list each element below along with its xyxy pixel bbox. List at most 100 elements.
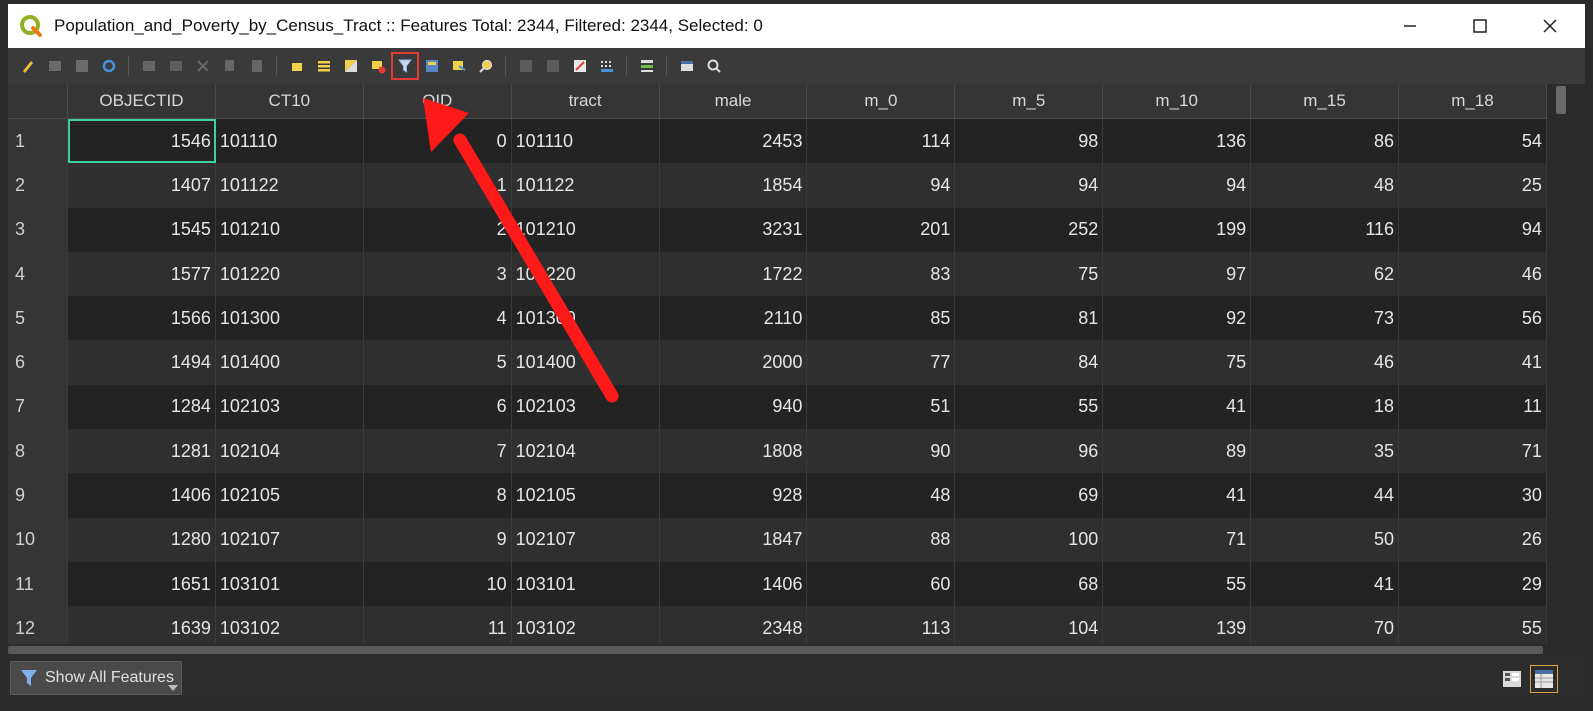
table-cell[interactable]: 1566 [68,296,216,341]
table-cell[interactable]: 102104 [512,429,660,474]
table-cell[interactable]: 103101 [216,561,364,607]
table-cell[interactable]: 102105 [216,473,364,518]
table-cell[interactable]: 55 [955,384,1104,430]
table-cell[interactable]: 1577 [68,251,216,297]
table-cell[interactable]: 2348 [660,606,808,644]
table-cell[interactable]: 101300 [512,296,660,341]
table-cell[interactable]: 1494 [68,340,216,385]
zoom-to-selection-icon[interactable] [475,55,497,77]
table-cell[interactable]: 2110 [660,296,808,341]
table-cell[interactable]: 2000 [660,340,808,385]
table-row[interactable]: 6 1494 101400 5 101400 2000 77 84 75 46 41 [8,340,1547,385]
table-cell[interactable]: 101210 [216,207,364,252]
corner-header[interactable] [8,84,68,118]
table-cell[interactable]: 1639 [68,606,216,644]
table-cell[interactable]: 7 [364,429,512,474]
table-cell[interactable]: 1546 [68,119,216,164]
table-cell[interactable]: 8 [364,473,512,518]
table-cell[interactable]: 94 [807,163,956,208]
table-cell[interactable]: 94 [1103,163,1252,208]
maximize-icon[interactable] [1445,4,1515,48]
table-cell[interactable]: 2453 [660,119,808,164]
column-header[interactable]: m_5 [955,84,1104,118]
table-cell[interactable]: 102107 [512,517,660,562]
table-cell[interactable]: 54 [1399,119,1547,164]
column-header[interactable]: m_10 [1103,84,1252,118]
table-cell[interactable]: 69 [955,473,1104,518]
table-cell[interactable]: 10 [364,561,512,607]
row-header[interactable]: 6 [8,340,68,385]
table-cell[interactable]: 26 [1399,517,1547,562]
table-cell[interactable]: 46 [1251,340,1400,385]
table-cell[interactable]: 3231 [660,207,808,252]
close-icon[interactable] [1515,4,1585,48]
table-cell[interactable]: 139 [1103,606,1252,644]
pan-to-selection-icon[interactable] [448,55,470,77]
column-header[interactable]: OID [364,84,512,118]
table-cell[interactable]: 86 [1251,119,1400,164]
table-cell[interactable]: 11 [364,606,512,644]
table-cell[interactable]: 201 [807,207,956,252]
table-cell[interactable]: 101220 [512,251,660,297]
table-cell[interactable]: 940 [660,384,808,430]
table-cell[interactable]: 46 [1399,251,1547,297]
table-cell[interactable]: 101210 [512,207,660,252]
table-cell[interactable]: 55 [1399,606,1547,644]
table-cell[interactable]: 96 [955,429,1104,474]
row-header[interactable]: 5 [8,296,68,341]
table-cell[interactable]: 60 [807,561,956,607]
minimize-icon[interactable] [1375,4,1445,48]
table-cell[interactable]: 103102 [512,606,660,644]
delete-field-icon[interactable] [542,55,564,77]
vertical-scroll-thumb[interactable] [1556,86,1566,114]
actions-icon[interactable] [636,55,658,77]
select-all-icon[interactable] [313,55,335,77]
table-cell[interactable]: 104 [955,606,1104,644]
table-cell[interactable]: 5 [364,340,512,385]
table-row[interactable]: 8 1281 102104 7 102104 1808 90 96 89 35 71 [8,429,1547,474]
paste-icon[interactable] [246,55,268,77]
table-cell[interactable]: 114 [807,119,956,164]
dock-table-icon[interactable] [676,55,698,77]
table-cell[interactable]: 98 [955,119,1104,164]
table-cell[interactable]: 94 [955,163,1104,208]
invert-selection-icon[interactable] [340,55,362,77]
row-header[interactable]: 8 [8,429,68,474]
table-cell[interactable]: 4 [364,296,512,341]
table-cell[interactable]: 103102 [216,606,364,644]
table-cell[interactable]: 101122 [512,163,660,208]
row-header[interactable]: 7 [8,384,68,430]
multi-edit-icon[interactable] [44,55,66,77]
table-cell[interactable]: 100 [955,517,1104,562]
table-cell[interactable]: 35 [1251,429,1400,474]
table-cell[interactable]: 77 [807,340,956,385]
filter-selected-to-top-icon[interactable] [390,52,419,80]
form-view-icon[interactable] [1498,665,1526,693]
column-header[interactable]: tract [512,84,660,118]
column-header[interactable]: m_15 [1251,84,1400,118]
table-cell[interactable]: 101110 [512,119,660,164]
table-cell[interactable]: 1281 [68,429,216,474]
table-cell[interactable]: 1545 [68,207,216,252]
new-field-icon[interactable] [515,55,537,77]
table-cell[interactable]: 83 [807,251,956,297]
row-header[interactable]: 4 [8,251,68,297]
table-cell[interactable]: 102103 [216,384,364,430]
row-header[interactable]: 12 [8,606,68,644]
horizontal-scrollbar[interactable] [8,644,1547,656]
table-cell[interactable]: 3 [364,251,512,297]
table-cell[interactable]: 89 [1103,429,1252,474]
table-cell[interactable]: 41 [1251,561,1400,607]
table-cell[interactable]: 56 [1399,296,1547,341]
table-row[interactable]: 12 1639 103102 11 103102 2348 113 104 139 70 55 [8,606,1547,644]
table-cell[interactable]: 1 [364,163,512,208]
show-all-features-button[interactable]: Show All Features [10,661,182,695]
table-cell[interactable]: 101400 [216,340,364,385]
table-row[interactable]: 5 1566 101300 4 101300 2110 85 81 92 73 56 [8,296,1547,341]
table-row[interactable]: 11 1651 103101 10 103101 1406 60 68 55 41 29 [8,561,1547,607]
table-cell[interactable]: 116 [1251,207,1400,252]
row-header[interactable]: 1 [8,119,68,164]
table-cell[interactable]: 51 [807,384,956,430]
table-cell[interactable]: 103101 [512,561,660,607]
toggle-editing-icon[interactable] [17,55,39,77]
